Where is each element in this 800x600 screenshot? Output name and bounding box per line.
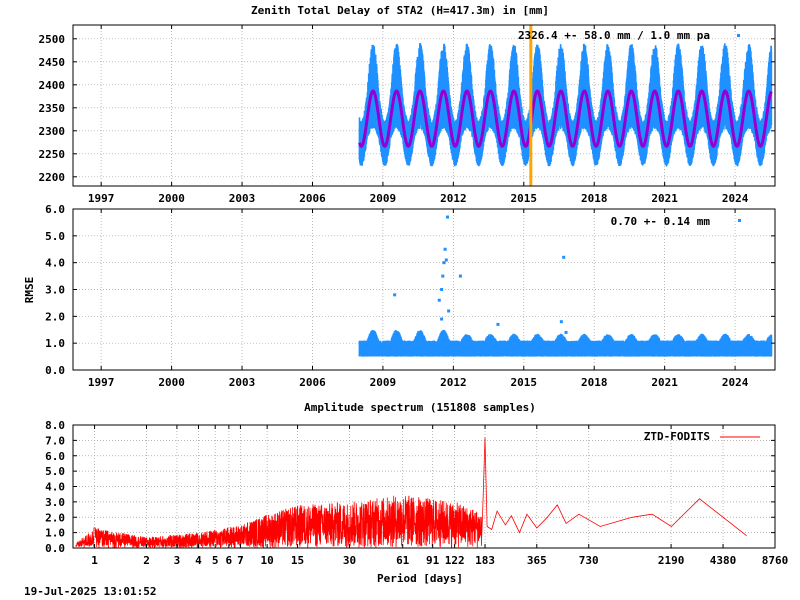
spectrum-x-tick-label: 10 xyxy=(261,554,274,567)
ztd-x-tick-label: 2021 xyxy=(651,192,678,205)
ztd-x-tick-label: 2015 xyxy=(511,192,538,205)
spectrum-x-tick-label: 5 xyxy=(212,554,219,567)
spectrum-x-tick-label: 8760 xyxy=(762,554,789,567)
rmse-outlier-point xyxy=(496,322,500,326)
rmse-legend-text: 0.70 +- 0.14 mm xyxy=(611,215,711,228)
spectrum-x-tick-label: 3 xyxy=(174,554,181,567)
rmse-x-tick-label: 1997 xyxy=(88,376,115,389)
timestamp: 19-Jul-2025 13:01:52 xyxy=(24,585,157,598)
rmse-y-tick-label: 6.0 xyxy=(45,203,65,216)
rmse-observations xyxy=(358,215,773,357)
spectrum-x-tick-label: 1 xyxy=(91,554,98,567)
spectrum-title: Amplitude spectrum (151808 samples) xyxy=(304,401,536,414)
rmse-outlier-point xyxy=(458,274,462,278)
rmse-x-tick-label: 2006 xyxy=(299,376,326,389)
spectrum-x-tick-label: 730 xyxy=(579,554,599,567)
rmse-outlier-point xyxy=(441,274,445,278)
spectrum-y-tick-label: 0.0 xyxy=(45,542,65,555)
spectrum-y-tick-label: 7.0 xyxy=(45,434,65,447)
ztd-y-tick-label: 2350 xyxy=(39,102,66,115)
ztd-x-tick-label: 2012 xyxy=(440,192,467,205)
rmse-y-tick-label: 3.0 xyxy=(45,284,65,297)
spectrum-y-tick-label: 6.0 xyxy=(45,450,65,463)
spectrum-y-tick-label: 4.0 xyxy=(45,481,65,494)
spectrum-y-tick-label: 1.0 xyxy=(45,527,65,540)
ztd-y-tick-label: 2500 xyxy=(39,33,66,46)
rmse-y-tick-label: 2.0 xyxy=(45,310,65,323)
spectrum-x-tick-label: 183 xyxy=(475,554,495,567)
spectrum-x-tick-label: 122 xyxy=(445,554,465,567)
spectrum-legend-text: ZTD-FODITS xyxy=(644,430,710,443)
ztd-x-tick-label: 2003 xyxy=(229,192,256,205)
rmse-outlier-point xyxy=(440,317,444,321)
rmse-outlier-point xyxy=(443,247,447,251)
spectrum-x-tick-label: 2 xyxy=(143,554,150,567)
rmse-x-tick-label: 2000 xyxy=(158,376,185,389)
spectrum-x-tick-label: 7 xyxy=(237,554,244,567)
spectrum-x-tick-label: 2190 xyxy=(658,554,685,567)
rmse-ylabel: RMSE xyxy=(23,277,36,304)
spectrum-x-tick-label: 4 xyxy=(195,554,202,567)
rmse-outlier-point xyxy=(440,288,444,291)
spectrum-x-tick-label: 4380 xyxy=(710,554,737,567)
spectrum-x-tick-label: 365 xyxy=(527,554,547,567)
rmse-outlier-point xyxy=(559,320,563,324)
rmse-y-tick-label: 4.0 xyxy=(45,257,65,270)
figure: Zenith Total Delay of STA2 (H=417.3m) in… xyxy=(23,4,789,585)
rmse-y-tick-label: 1.0 xyxy=(45,337,65,350)
ztd-x-tick-label: 1997 xyxy=(88,192,115,205)
spectrum-xlabel: Period [days] xyxy=(377,572,463,585)
spectrum-x-tick-label: 61 xyxy=(396,554,410,567)
spectrum-line xyxy=(75,437,747,549)
rmse-x-tick-label: 2012 xyxy=(440,376,467,389)
rmse-x-tick-label: 2015 xyxy=(511,376,538,389)
ztd-x-tick-label: 2006 xyxy=(299,192,326,205)
rmse-y-tick-label: 0.0 xyxy=(45,364,65,377)
ztd-y-tick-label: 2250 xyxy=(39,148,66,161)
spectrum-x-tick-label: 30 xyxy=(343,554,356,567)
rmse-legend-marker xyxy=(738,219,741,222)
rmse-outlier-point xyxy=(444,258,448,262)
ztd-x-tick-label: 2009 xyxy=(370,192,397,205)
spectrum-y-tick-label: 2.0 xyxy=(45,511,65,524)
ztd-title: Zenith Total Delay of STA2 (H=417.3m) in… xyxy=(251,4,549,17)
spectrum-y-tick-label: 3.0 xyxy=(45,496,65,509)
ztd-y-tick-label: 2200 xyxy=(39,171,66,184)
rmse-outlier-point xyxy=(562,255,566,259)
ztd-x-tick-label: 2024 xyxy=(722,192,749,205)
ztd-y-tick-label: 2450 xyxy=(39,56,66,69)
rmse-x-tick-label: 2009 xyxy=(370,376,397,389)
spectrum-x-tick-label: 15 xyxy=(291,554,304,567)
rmse-x-tick-label: 2018 xyxy=(581,376,608,389)
rmse-outlier-point xyxy=(564,330,568,334)
spectrum-y-tick-label: 5.0 xyxy=(45,465,65,478)
spectrum-series xyxy=(75,437,747,549)
rmse-x-tick-label: 2024 xyxy=(722,376,749,389)
rmse-outlier-point xyxy=(437,298,441,302)
rmse-x-tick-label: 2003 xyxy=(229,376,256,389)
rmse-x-tick-label: 2021 xyxy=(651,376,678,389)
ztd-y-tick-label: 2300 xyxy=(39,125,66,138)
ztd-legend-text: 2326.4 +- 58.0 mm / 1.0 mm pa xyxy=(518,29,710,42)
rmse-outlier-point xyxy=(393,293,397,297)
spectrum-x-tick-label: 91 xyxy=(426,554,440,567)
rmse-outlier-point xyxy=(447,309,451,313)
ztd-legend-marker xyxy=(737,34,740,37)
rmse-outlier-point xyxy=(442,261,446,265)
rmse-axes: 0.0 1.0 2.0 3.0 4.0 5.0 6.0 1997 2000 2003 2006 200… xyxy=(45,203,776,389)
ztd-y-tick-label: 2400 xyxy=(39,79,66,92)
rmse-y-tick-label: 5.0 xyxy=(45,230,65,243)
spectrum-x-tick-label: 6 xyxy=(226,554,233,567)
spectrum-y-tick-label: 8.0 xyxy=(45,419,65,432)
rmse-outlier-point xyxy=(445,215,449,219)
ztd-x-tick-label: 2018 xyxy=(581,192,608,205)
ztd-x-tick-label: 2000 xyxy=(158,192,185,205)
